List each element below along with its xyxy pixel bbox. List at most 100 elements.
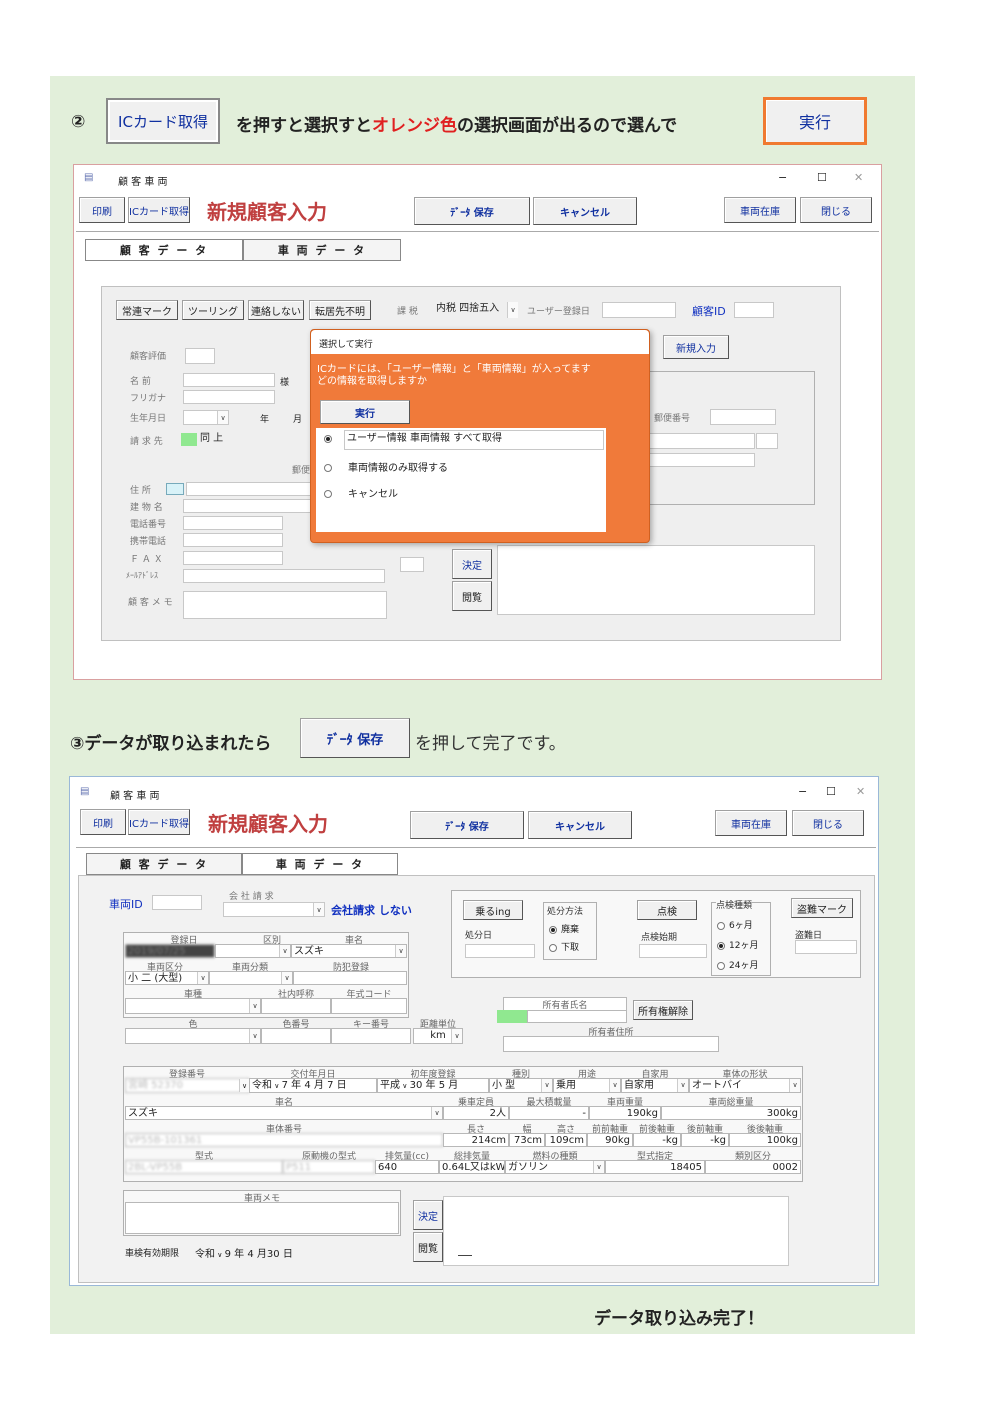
option-vehicle[interactable]: 車両情報のみ取得する bbox=[324, 459, 448, 474]
check-12m[interactable]: 12ヶ月 bbox=[717, 938, 758, 951]
unit-select[interactable]: km ∨ bbox=[413, 1028, 463, 1044]
tab-vehicle[interactable]: 車 両 デ ー タ bbox=[243, 239, 401, 261]
close-button[interactable]: 閉じる bbox=[800, 197, 872, 223]
category-field[interactable]: 0002 bbox=[705, 1160, 801, 1174]
noru-button[interactable]: 乗るing bbox=[463, 900, 523, 920]
owner-name-field[interactable] bbox=[527, 1010, 627, 1023]
model-select[interactable]: ∨ bbox=[125, 998, 261, 1014]
billing-field[interactable]: 同 上 bbox=[198, 432, 310, 447]
new-input-button[interactable]: 新規入力 bbox=[663, 335, 729, 359]
designation-field[interactable]: 18405 bbox=[605, 1160, 705, 1174]
fuel-select[interactable]: ガソリン ∨ bbox=[505, 1160, 605, 1174]
total-weight-field[interactable]: 300kg bbox=[661, 1106, 801, 1120]
regular-mark-button[interactable]: 常連マーク bbox=[116, 300, 178, 320]
check-6m[interactable]: 6ヶ月 bbox=[717, 918, 753, 931]
inner-name-field[interactable] bbox=[261, 998, 331, 1014]
print-button[interactable]: 印刷 bbox=[79, 197, 125, 223]
own-select[interactable]: 自家用 ∨ bbox=[621, 1078, 689, 1093]
theft-date-field[interactable] bbox=[795, 940, 857, 954]
shape-select[interactable]: オートバイ ∨ bbox=[689, 1078, 801, 1093]
color-no-field[interactable] bbox=[261, 1028, 331, 1044]
color-select[interactable]: ∨ bbox=[125, 1028, 261, 1044]
vehicle-memo-field[interactable] bbox=[125, 1202, 399, 1234]
decide-button[interactable]: 決定 bbox=[452, 549, 492, 579]
disposal-date-field[interactable] bbox=[465, 944, 535, 958]
save-button[interactable]: ﾃﾞｰﾀ 保存 bbox=[410, 811, 524, 839]
view-button[interactable]: 閲覧 bbox=[452, 581, 492, 611]
reg-date-field[interactable]: 2019/07/25 bbox=[125, 944, 215, 958]
vehicle-memo-area[interactable] bbox=[443, 1196, 789, 1266]
maximize-icon[interactable]: ☐ bbox=[817, 171, 827, 184]
vehicle-id-field[interactable] bbox=[152, 895, 202, 910]
key-no-field[interactable] bbox=[331, 1028, 411, 1044]
rating-field[interactable] bbox=[185, 348, 215, 364]
engine-field[interactable]: P511 bbox=[283, 1160, 375, 1174]
mobile-field[interactable] bbox=[183, 533, 283, 547]
use-select[interactable]: 乗用 ∨ bbox=[553, 1078, 621, 1093]
minimize-icon[interactable]: − bbox=[798, 785, 807, 798]
owner-release-button[interactable]: 所有権解除 bbox=[633, 1000, 693, 1020]
tel-field[interactable] bbox=[183, 516, 283, 530]
name-field[interactable] bbox=[183, 373, 275, 387]
chassis-field[interactable]: VP55B-101361 bbox=[125, 1133, 443, 1147]
dialog-exec-button[interactable]: 実行 bbox=[320, 400, 410, 424]
ic-card-button[interactable]: ICカード取得 bbox=[128, 809, 190, 835]
tax-select[interactable]: 内税 四捨五入 ∨ bbox=[434, 302, 518, 318]
rr-axle-field[interactable]: 100kg bbox=[729, 1133, 801, 1147]
customer-id-field[interactable] bbox=[734, 302, 774, 318]
option-all-label[interactable]: ユーザー情報 車両情報 すべて取得 bbox=[344, 430, 604, 450]
kubun-select[interactable]: ∨ bbox=[215, 944, 291, 958]
ff-axle-field[interactable]: 90kg bbox=[587, 1133, 633, 1147]
close-button[interactable]: 閉じる bbox=[792, 810, 864, 836]
tab-vehicle[interactable]: 車 両 デ ー タ bbox=[242, 853, 398, 875]
fax-field[interactable] bbox=[183, 551, 283, 565]
load-field[interactable]: - bbox=[509, 1106, 589, 1120]
option-cancel[interactable]: キャンセル bbox=[324, 485, 398, 500]
cancel-button[interactable]: キャンセル bbox=[533, 197, 637, 225]
corp-billing-select[interactable]: ∨ bbox=[223, 902, 325, 917]
decide-button[interactable]: 決定 bbox=[413, 1200, 443, 1230]
vclass-select[interactable]: 小 二 (大型) ∨ bbox=[125, 971, 209, 985]
building-field[interactable] bbox=[183, 499, 311, 513]
inspection-expiry-value[interactable]: 令和 ∨ 9 年 4 月30 日 bbox=[195, 1245, 293, 1260]
fr-axle-field[interactable]: -kg bbox=[633, 1133, 681, 1147]
no-contact-button[interactable]: 連絡しない bbox=[248, 300, 304, 320]
year-code-field[interactable] bbox=[331, 998, 407, 1014]
tab-customer[interactable]: 顧 客 デ ー タ bbox=[86, 853, 242, 875]
view-button[interactable]: 閲覧 bbox=[413, 1232, 443, 1262]
cc-field[interactable]: 640 bbox=[375, 1160, 439, 1174]
weight-field[interactable]: 190kg bbox=[589, 1106, 661, 1120]
check-start-field[interactable] bbox=[639, 944, 707, 958]
kw-field[interactable]: 0.64L又はkW bbox=[439, 1160, 505, 1174]
user-reg-field[interactable] bbox=[602, 302, 676, 318]
save-button-sample[interactable]: ﾃﾞｰﾀ 保存 bbox=[300, 718, 410, 758]
capacity-field[interactable]: 2人 bbox=[443, 1106, 509, 1120]
moved-unknown-button[interactable]: 転居先不明 bbox=[309, 300, 371, 320]
kana-field[interactable] bbox=[183, 390, 275, 404]
regno-field[interactable]: 宮崎 52370 bbox=[125, 1078, 249, 1093]
touring-button[interactable]: ツーリング bbox=[182, 300, 244, 320]
kind-select[interactable]: 小 型 ∨ bbox=[489, 1078, 553, 1093]
mail-field[interactable] bbox=[183, 569, 385, 583]
memo-field[interactable] bbox=[183, 591, 387, 619]
save-button[interactable]: ﾃﾞｰﾀ 保存 bbox=[414, 197, 530, 225]
length-field[interactable]: 214cm bbox=[443, 1133, 509, 1147]
theft-mark-button[interactable]: 盗難マーク bbox=[791, 898, 853, 918]
address-field[interactable] bbox=[186, 482, 312, 496]
memo-checkbox[interactable] bbox=[400, 557, 424, 572]
close-icon[interactable]: ✕ bbox=[854, 171, 863, 184]
check-button[interactable]: 点検 bbox=[637, 900, 697, 920]
tab-customer[interactable]: 顧 客 デ ー タ bbox=[85, 239, 243, 261]
close-icon[interactable]: ✕ bbox=[856, 785, 865, 798]
vehicle-stock-button[interactable]: 車両在庫 bbox=[715, 810, 787, 836]
option-all[interactable] bbox=[324, 434, 336, 445]
vehicle-stock-button[interactable]: 車両在庫 bbox=[724, 197, 796, 223]
birth-era-select[interactable]: ∨ bbox=[183, 410, 229, 425]
cancel-button[interactable]: キャンセル bbox=[528, 811, 632, 839]
disposal-discard[interactable]: 廃棄 bbox=[549, 922, 579, 935]
name-select[interactable]: スズキ ∨ bbox=[291, 944, 407, 958]
rf-axle-field[interactable]: -kg bbox=[681, 1133, 729, 1147]
print-button[interactable]: 印刷 bbox=[80, 809, 126, 835]
vtype-select[interactable]: ∨ bbox=[209, 971, 293, 985]
check-24m[interactable]: 24ヶ月 bbox=[717, 958, 758, 971]
